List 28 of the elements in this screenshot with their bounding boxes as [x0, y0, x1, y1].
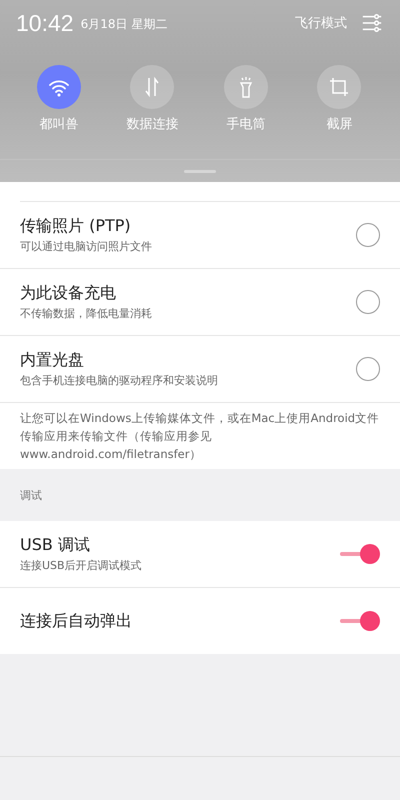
option-subtitle: 不传输数据，降低电量消耗: [20, 306, 152, 321]
setting-title: USB 调试: [20, 535, 91, 556]
tile-label: 截屏: [326, 116, 352, 133]
radio-button[interactable]: [356, 357, 380, 381]
option-title: 传输照片 (PTP): [20, 216, 132, 237]
toggle-switch[interactable]: [340, 543, 380, 565]
toggle-switch[interactable]: [340, 610, 380, 632]
clock-time: 10:42: [16, 10, 74, 36]
quick-toggle[interactable]: [317, 65, 362, 109]
tile-label: 数据连接: [126, 116, 178, 133]
quick-toggle[interactable]: [224, 65, 268, 109]
setting-subtitle: 连接USB后开启调试模式: [20, 558, 142, 573]
option-subtitle: 可以通过电脑访问照片文件: [20, 239, 152, 254]
airplane-mode-label[interactable]: 飞行模式: [295, 14, 347, 32]
tile-label: 手电筒: [226, 116, 266, 133]
radio-button[interactable]: [356, 223, 380, 247]
section-header: 调试: [20, 488, 42, 502]
settings-icon: [361, 12, 383, 34]
date-text: 6月18日 星期二: [80, 16, 168, 33]
option-subtitle: 包含手机连接电脑的驱动程序和安装说明: [20, 373, 218, 388]
info-text: 让您可以在Windows上传输媒体文件，或在Mac上使用Android文件传输应用来传输文件（传输应用参见www.android.com/filetransfer）: [19, 410, 380, 463]
quick-toggle[interactable]: [36, 65, 81, 109]
tile-label: 都叫兽: [39, 116, 78, 133]
option-title: 内置光盘: [20, 350, 85, 371]
quick-toggle[interactable]: [130, 65, 174, 109]
setting-title: 连接后自动弹出: [20, 610, 132, 632]
option-title: 为此设备充电: [20, 283, 117, 304]
radio-button[interactable]: [356, 290, 380, 314]
